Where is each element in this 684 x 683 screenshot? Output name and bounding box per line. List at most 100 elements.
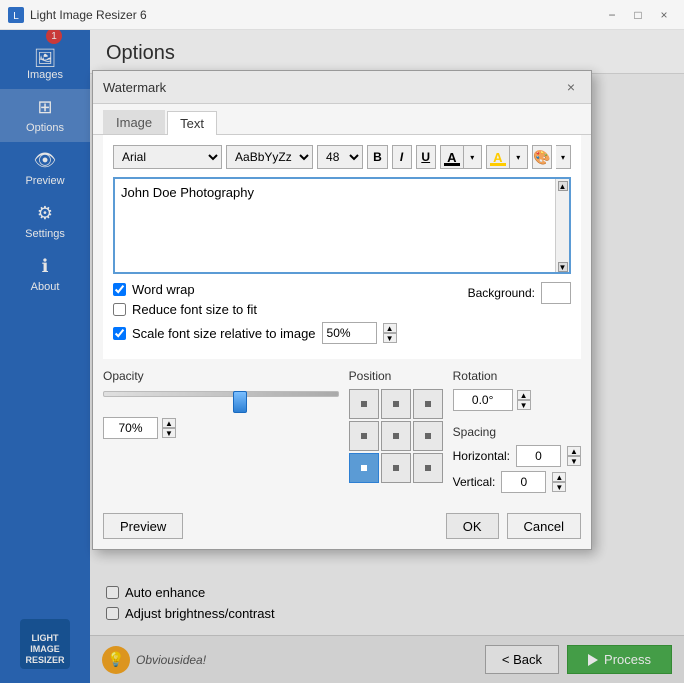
tab-text[interactable]: Text [167, 111, 217, 135]
paint-button[interactable]: 🎨 [532, 145, 552, 169]
dialog-action-buttons: OK Cancel [446, 513, 581, 539]
text-color-button[interactable]: A [440, 145, 464, 169]
window-controls: − □ × [600, 4, 676, 26]
text-color-group: A ▾ [440, 145, 482, 169]
word-wrap-checkbox[interactable] [113, 283, 126, 296]
title-bar: L Light Image Resizer 6 − □ × [0, 0, 684, 30]
vertical-spinners: ▲ ▼ [552, 472, 566, 492]
reduce-font-checkbox[interactable] [113, 303, 126, 316]
text-color-dropdown[interactable]: ▾ [464, 145, 482, 169]
reduce-font-row: Reduce font size to fit [113, 302, 397, 317]
dialog-footer: Preview OK Cancel [93, 507, 591, 549]
close-button[interactable]: × [652, 4, 676, 26]
horizontal-value-input[interactable] [516, 445, 561, 467]
scroll-down-arrow[interactable]: ▼ [558, 262, 568, 272]
background-color-swatch[interactable] [541, 282, 571, 304]
scale-font-checkbox[interactable] [113, 327, 126, 340]
textarea-scrollbar: ▲ ▼ [555, 179, 569, 272]
position-section: Position [349, 369, 443, 497]
font-family-select[interactable]: Arial [113, 145, 222, 169]
highlight-color-button[interactable]: A [486, 145, 510, 169]
scale-font-row: Scale font size relative to image ▲ ▼ [113, 322, 397, 344]
svg-text:L: L [13, 11, 19, 22]
dialog-close-button[interactable]: × [561, 77, 581, 97]
pos-top-left[interactable] [349, 389, 379, 419]
horizontal-down-button[interactable]: ▼ [567, 456, 581, 466]
rotation-input-row: ▲ ▼ [453, 389, 581, 411]
pos-bottom-left[interactable] [349, 453, 379, 483]
rotation-value-input[interactable] [453, 389, 513, 411]
background-label: Background: [468, 286, 535, 300]
opacity-down-button[interactable]: ▼ [162, 428, 176, 438]
word-wrap-label: Word wrap [132, 282, 195, 297]
horizontal-spacing-row: Horizontal: ▲ ▼ [453, 445, 581, 467]
spacing-label: Spacing [453, 425, 581, 439]
rotation-section: Rotation ▲ ▼ [453, 369, 581, 419]
scale-value-input[interactable] [322, 322, 377, 344]
watermark-text-input[interactable]: John Doe Photography [115, 179, 569, 269]
horizontal-spinners: ▲ ▼ [567, 446, 581, 466]
dialog-overlay: Watermark × Image Text Arial AaBbYyZz 48… [0, 30, 684, 683]
italic-button[interactable]: I [392, 145, 412, 169]
maximize-button[interactable]: □ [626, 4, 650, 26]
text-area-wrapper: John Doe Photography ▲ ▼ [113, 177, 571, 274]
opacity-slider-container [103, 391, 339, 413]
text-color-bar [444, 163, 460, 166]
watermark-dialog: Watermark × Image Text Arial AaBbYyZz 48… [92, 70, 592, 550]
scale-down-button[interactable]: ▼ [383, 333, 397, 343]
pos-top-center[interactable] [381, 389, 411, 419]
bold-button[interactable]: B [367, 145, 387, 169]
vertical-label: Vertical: [453, 475, 496, 489]
vertical-up-button[interactable]: ▲ [552, 472, 566, 482]
opacity-label: Opacity [103, 369, 339, 383]
opacity-spinners: ▲ ▼ [162, 418, 176, 438]
paint-dropdown[interactable]: ▾ [556, 145, 571, 169]
opacity-slider-handle[interactable] [233, 391, 247, 413]
dialog-title: Watermark [103, 80, 166, 95]
vertical-value-input[interactable] [501, 471, 546, 493]
opacity-up-button[interactable]: ▲ [162, 418, 176, 428]
opacity-section: Opacity ▲ ▼ [103, 369, 339, 497]
rotation-up-button[interactable]: ▲ [517, 390, 531, 400]
font-size-select[interactable]: 48 [317, 145, 363, 169]
vertical-spacing-row: Vertical: ▲ ▼ [453, 471, 581, 493]
ok-button[interactable]: OK [446, 513, 499, 539]
cancel-button[interactable]: Cancel [507, 513, 581, 539]
highlight-color-dropdown[interactable]: ▾ [510, 145, 528, 169]
lower-section: Opacity ▲ ▼ Position [93, 369, 591, 507]
scale-spinners: ▲ ▼ [383, 323, 397, 343]
pos-middle-right[interactable] [413, 421, 443, 451]
position-label: Position [349, 369, 443, 383]
horizontal-label: Horizontal: [453, 449, 510, 463]
rotation-spinners: ▲ ▼ [517, 390, 531, 410]
pos-bottom-center[interactable] [381, 453, 411, 483]
reduce-font-label: Reduce font size to fit [132, 302, 257, 317]
highlight-color-group: A ▾ [486, 145, 528, 169]
font-preview-select[interactable]: AaBbYyZz [226, 145, 313, 169]
scale-font-label: Scale font size relative to image [132, 326, 316, 341]
app-title: Light Image Resizer 6 [30, 8, 600, 22]
underline-button[interactable]: U [416, 145, 436, 169]
rotation-down-button[interactable]: ▼ [517, 400, 531, 410]
word-wrap-row: Word wrap [113, 282, 397, 297]
position-grid [349, 389, 443, 483]
pos-top-right[interactable] [413, 389, 443, 419]
dialog-tabs: Image Text [93, 104, 591, 135]
pos-bottom-right[interactable] [413, 453, 443, 483]
preview-button[interactable]: Preview [103, 513, 183, 539]
tab-image[interactable]: Image [103, 110, 165, 134]
scale-up-button[interactable]: ▲ [383, 323, 397, 333]
minimize-button[interactable]: − [600, 4, 624, 26]
rotation-label: Rotation [453, 369, 581, 383]
pos-middle-center[interactable] [381, 421, 411, 451]
vertical-down-button[interactable]: ▼ [552, 482, 566, 492]
highlight-color-bar [490, 163, 506, 166]
scroll-up-arrow[interactable]: ▲ [558, 181, 568, 191]
horizontal-up-button[interactable]: ▲ [567, 446, 581, 456]
pos-middle-left[interactable] [349, 421, 379, 451]
opacity-slider-track [103, 391, 339, 397]
rotation-spacing-section: Rotation ▲ ▼ Spacing Horizontal: [453, 369, 581, 497]
opacity-value-input[interactable] [103, 417, 158, 439]
spacing-section: Spacing Horizontal: ▲ ▼ Vertical: ▲ [453, 425, 581, 497]
font-controls-row: Arial AaBbYyZz 48 B I U A ▾ [113, 145, 571, 169]
